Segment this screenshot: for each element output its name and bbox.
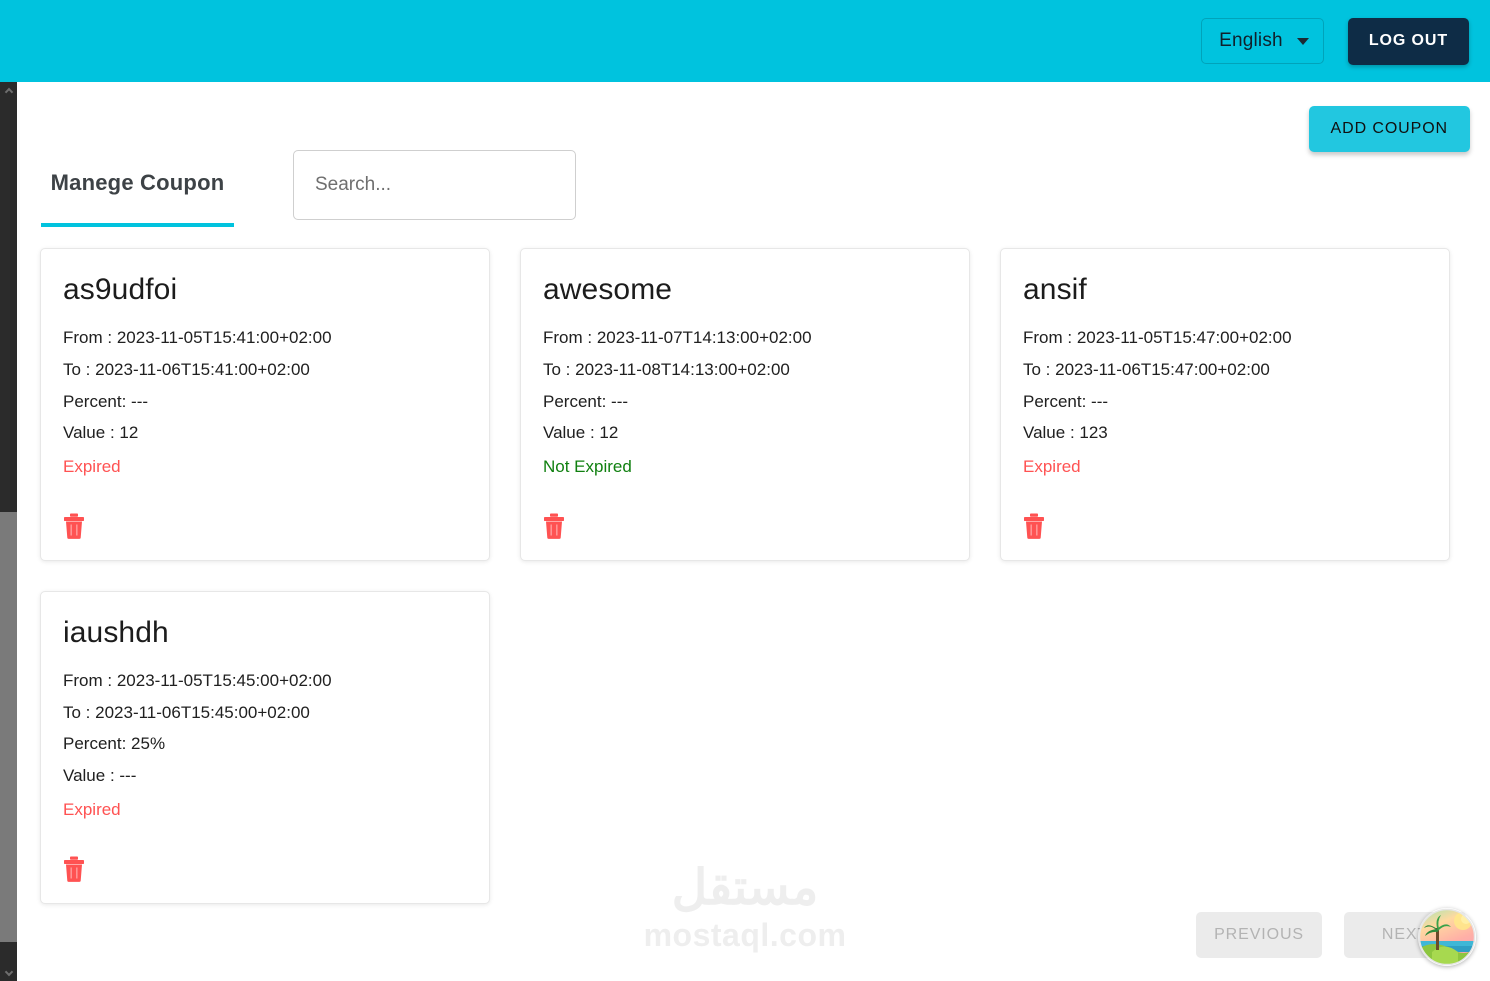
coupon-title: as9udfoi xyxy=(63,273,178,306)
coupon-percent: Percent: 25% xyxy=(63,734,166,754)
coupon-title: ansif xyxy=(1023,273,1087,306)
coupon-from-date: From : 2023-11-05T15:47:00+02:00 xyxy=(1023,328,1292,347)
coupon-percent: Percent: --- xyxy=(1023,391,1109,411)
coupon-card: as9udfoi From : 2023-11-05T15:41:00+02:0… xyxy=(40,248,490,561)
coupon-from-date: From : 2023-11-05T15:45:00+02:00 xyxy=(63,670,332,690)
coupon-status-badge: Expired xyxy=(1023,457,1081,477)
tab-manege-coupon[interactable]: Manege Coupon xyxy=(40,148,235,227)
coupon-title: iaushdh xyxy=(63,615,169,649)
coupon-value: Value : 12 xyxy=(63,423,139,443)
coupon-from-date: From : 2023-11-05T15:41:00+02:00 xyxy=(63,328,332,347)
watermark-arabic: مستقل xyxy=(671,861,819,915)
scrollbar-thumb[interactable] xyxy=(0,512,17,942)
search-input[interactable] xyxy=(293,150,576,220)
previous-page-button[interactable]: PREVIOUS xyxy=(1196,912,1322,958)
logout-button[interactable]: LOG OUT xyxy=(1347,17,1469,65)
coupon-to-date: To : 2023-11-08T14:13:00+02:00 xyxy=(543,359,790,379)
page-root: English LOG OUT ADD COUPON Manege Coupon… xyxy=(0,0,1490,981)
scroll-up-arrow-icon[interactable] xyxy=(0,82,17,99)
coupon-card: awesome From : 2023-11-07T14:13:00+02:00… xyxy=(520,248,970,561)
page-scrollbar[interactable] xyxy=(0,82,17,981)
coupon-from-date: From : 2023-11-07T14:13:00+02:00 xyxy=(543,328,812,347)
main-content: ADD COUPON Manege Coupon as9udfoi From :… xyxy=(0,82,1490,981)
coupon-to-date: To : 2023-11-06T15:45:00+02:00 xyxy=(63,702,310,722)
coupon-value: Value : 12 xyxy=(543,423,619,443)
coupon-status-badge: Expired xyxy=(63,457,121,477)
delete-coupon-button[interactable] xyxy=(1023,508,1063,544)
coupon-value: Value : 123 xyxy=(1023,423,1108,443)
language-label: English xyxy=(1219,30,1283,51)
coupon-to-date: To : 2023-11-06T15:47:00+02:00 xyxy=(1023,359,1270,379)
coupon-to-date: To : 2023-11-06T15:41:00+02:00 xyxy=(63,359,310,379)
coupon-status-badge: Expired xyxy=(63,800,121,820)
coupon-status-badge: Not Expired xyxy=(543,457,632,477)
add-coupon-button[interactable]: ADD COUPON xyxy=(1308,106,1470,152)
coupon-percent: Percent: --- xyxy=(543,391,629,411)
trash-icon xyxy=(63,513,85,539)
avatar-island-icon xyxy=(1418,908,1476,966)
coupon-title: awesome xyxy=(543,273,673,306)
delete-coupon-button[interactable] xyxy=(543,508,583,544)
top-bar: English LOG OUT xyxy=(0,0,1490,82)
coupon-card-grid: as9udfoi From : 2023-11-05T15:41:00+02:0… xyxy=(40,248,1452,904)
watermark-latin: mostaql.com xyxy=(643,917,847,953)
delete-coupon-button[interactable] xyxy=(63,508,103,544)
coupon-card: ansif From : 2023-11-05T15:47:00+02:00 T… xyxy=(1000,248,1450,561)
coupon-percent: Percent: --- xyxy=(63,391,149,411)
coupon-value: Value : --- xyxy=(63,766,137,786)
tab-label: Manege Coupon xyxy=(50,170,225,195)
coupon-card: iaushdh From : 2023-11-05T15:45:00+02:00… xyxy=(40,590,490,904)
trash-icon xyxy=(543,513,565,539)
language-selector[interactable]: English xyxy=(1201,18,1324,64)
section-header: Manege Coupon xyxy=(40,148,576,227)
trash-icon xyxy=(1023,513,1045,539)
tab-active-indicator xyxy=(41,223,234,227)
scroll-down-arrow-icon[interactable] xyxy=(0,964,17,981)
avatar[interactable] xyxy=(1418,908,1476,966)
chevron-down-icon xyxy=(1296,37,1309,45)
